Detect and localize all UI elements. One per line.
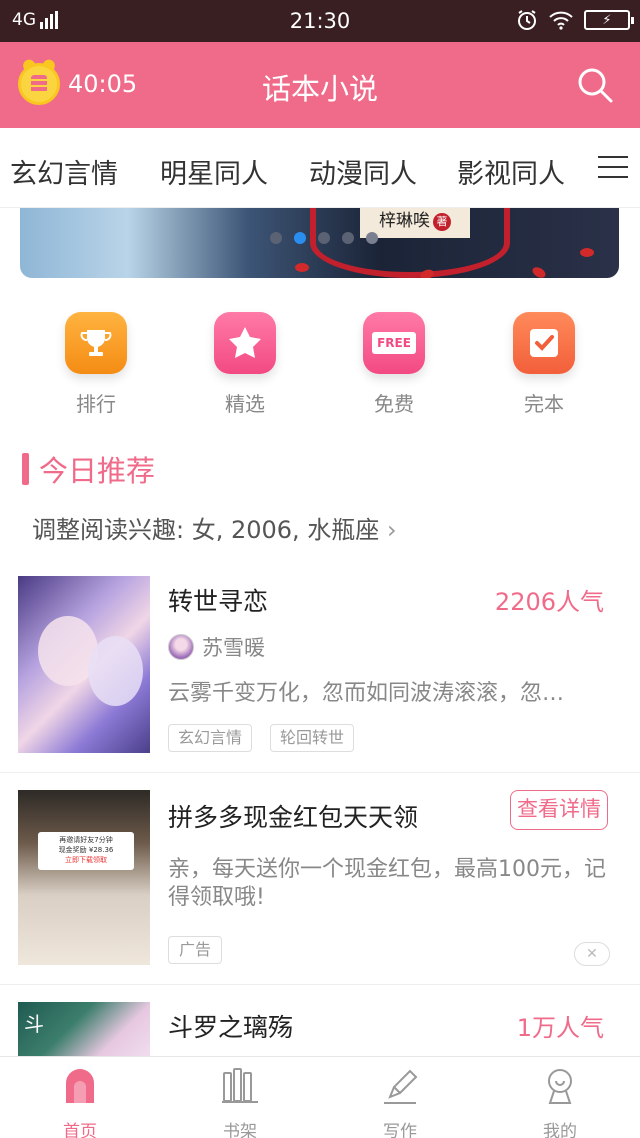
quick-entry-completed[interactable]: 完本 [489,312,599,417]
book-title: 转世寻恋 [168,587,269,616]
app-header: 40:05 话本小说 [0,42,640,128]
section-header: 今日推荐 [22,448,155,490]
ad-item[interactable]: 再邀请好友7分钟 现金奖励 ¥28.36 立即下载领取 拼多多现金红包天天领 查… [0,790,640,984]
book-description: 云雾千变万化，忽而如同波涛滚滚，忽… [168,681,565,706]
section-title: 今日推荐 [39,454,156,488]
quick-entry-rank[interactable]: 排行 [41,312,151,417]
book-title: 斗罗之璃殇 [168,1013,294,1042]
tab-home[interactable]: 首页 [20,1065,140,1138]
banner-carousel[interactable]: 梓琳唉著 [20,208,619,278]
page-title: 话本小说 [261,72,378,106]
trophy-icon [65,312,127,374]
ad-description: 亲，每天送你一个现金红包，最高100元，记得领取哦! [168,857,606,910]
interest-preferences-link[interactable]: 调整阅读兴趣: 女, 2006, 水瓶座 › [32,510,397,545]
ad-title: 拼多多现金红包天天领 [168,803,419,832]
battery-icon: ⚡ [584,10,634,30]
tab-category[interactable]: 玄幻言情 [10,152,118,191]
alarm-clock-icon [518,10,536,30]
wifi-icon [549,11,573,30]
quick-entry-free[interactable]: FREE 免费 [339,312,449,417]
tab-category[interactable]: 影视同人 [457,152,565,191]
list-item[interactable]: 转世寻恋 2206人气 苏雪暖 云雾千变万化，忽而如同波涛滚滚，忽… 玄幻言情 … [0,576,640,772]
tab-bookshelf[interactable]: 书架 [180,1065,300,1138]
menu-icon[interactable] [598,156,628,180]
checkmark-icon [513,312,575,374]
chevron-right-icon: › [386,516,397,544]
tab-category[interactable]: 动漫同人 [309,152,417,191]
star-icon [214,312,276,374]
bookshelf-icon [222,1068,258,1103]
view-details-button[interactable]: 查看详情 [510,790,608,830]
list-item[interactable]: 斗 斗罗之璃殇 1万人气 [0,1002,640,1056]
home-icon [66,1069,94,1103]
status-bar: 4G 21:30 ⚡ [0,0,640,42]
free-tag-icon: FREE [363,312,425,374]
search-icon[interactable] [576,66,614,104]
popularity-count: 1万人气 [516,1014,604,1042]
tab-profile[interactable]: 我的 [500,1065,620,1138]
avatar [168,634,194,660]
quick-entry-featured[interactable]: 精选 [190,312,300,417]
genre-tag[interactable]: 玄幻言情 [168,724,253,752]
author[interactable]: 苏雪暖 [168,632,265,662]
bottom-tab-bar: 首页 书架 写作 我的 [0,1056,640,1138]
genre-tag[interactable]: 轮回转世 [270,724,355,752]
ad-label: 广告 [168,936,223,964]
ad-cover: 再邀请好友7分钟 现金奖励 ¥28.36 立即下载领取 [18,790,150,965]
pencil-icon [384,1069,418,1104]
category-tabs: 玄幻言情 明星同人 动漫同人 影视同人 [0,128,640,208]
quick-entries: 排行 精选 FREE 免费 完本 [0,312,640,422]
popularity-count: 2206人气 [494,588,604,616]
tab-category[interactable]: 明星同人 [160,152,268,191]
tab-write[interactable]: 写作 [340,1065,460,1138]
book-cover: 斗 [18,1002,150,1056]
book-cover [18,576,150,753]
close-icon[interactable]: ✕ [574,942,610,966]
carousel-dots [270,232,378,244]
profile-icon [548,1069,572,1104]
